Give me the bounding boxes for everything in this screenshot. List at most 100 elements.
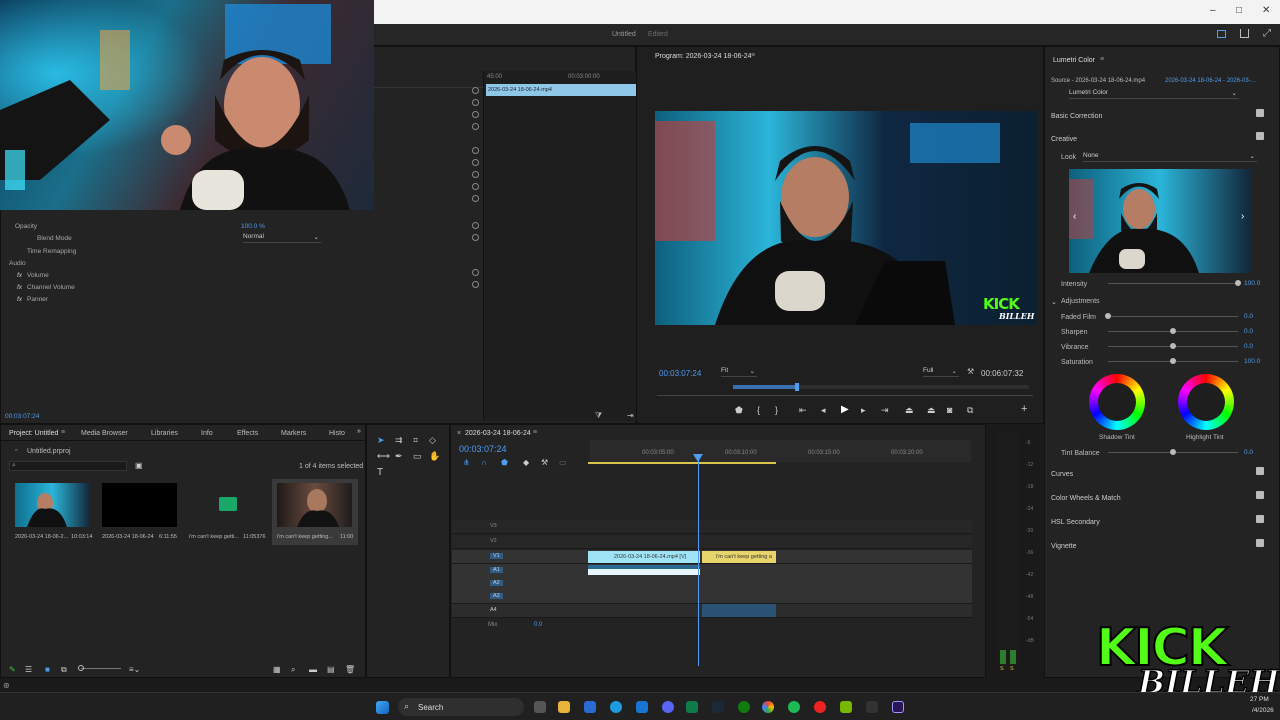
slider-knob[interactable] <box>1105 313 1111 319</box>
freeform-view-icon[interactable]: ⧉ <box>61 665 67 675</box>
solo-right[interactable]: S <box>1010 666 1014 672</box>
lumetri-source-link[interactable]: 2026-03-24 18-06-24 - 2026-03-... <box>1165 78 1256 84</box>
opacity-value[interactable]: 100.0 % <box>241 223 265 230</box>
chevron-right-icon[interactable]: » <box>357 428 361 435</box>
edge-icon[interactable] <box>610 701 622 713</box>
step-back-icon[interactable]: ◂ <box>821 405 826 416</box>
nvidia-icon[interactable] <box>840 701 852 713</box>
vibrance-value[interactable]: 0.0 <box>1244 343 1253 350</box>
chevron-right-icon[interactable]: › <box>1241 211 1244 222</box>
faded-film-value[interactable]: 0.0 <box>1244 313 1253 320</box>
discord-icon[interactable] <box>662 701 674 713</box>
timeline-clip-a4[interactable] <box>702 604 776 617</box>
reset-icon[interactable] <box>472 123 479 130</box>
share-icon[interactable] <box>1217 30 1226 38</box>
fit-select[interactable]: Fit ⌄ <box>721 367 757 377</box>
intensity-value[interactable]: 100.0 <box>1244 280 1260 287</box>
reset-icon[interactable] <box>472 281 479 288</box>
reset-icon[interactable] <box>472 87 479 94</box>
menu-icon[interactable]: ≡ <box>1100 56 1104 63</box>
close-icon[interactable]: ✕ <box>1262 5 1270 16</box>
solo-left[interactable]: S <box>1000 666 1004 672</box>
list-view-icon[interactable]: ☰ <box>25 665 32 674</box>
track-select-icon[interactable]: ⇉ <box>395 435 403 446</box>
reset-icon[interactable] <box>472 183 479 190</box>
new-item-icon[interactable]: ▤ <box>327 665 335 674</box>
menu-icon[interactable]: ≡ <box>751 52 755 59</box>
slip-tool-icon[interactable]: ⟷ <box>377 451 390 462</box>
close-icon[interactable]: × <box>457 430 461 437</box>
marker-icon[interactable]: ◆ <box>523 458 529 467</box>
sharpen-value[interactable]: 0.0 <box>1244 328 1253 335</box>
reset-icon[interactable] <box>472 147 479 154</box>
shadow-tint-wheel[interactable] <box>1089 374 1145 430</box>
sort-icon[interactable]: ≡⌄ <box>129 665 140 674</box>
hand-tool-icon[interactable]: ✋ <box>429 451 440 462</box>
project-item-thumb[interactable] <box>189 483 264 527</box>
reset-icon[interactable] <box>472 159 479 166</box>
mail-icon[interactable] <box>636 701 648 713</box>
color-wheels-checkbox[interactable] <box>1256 491 1264 499</box>
obs-icon[interactable] <box>814 701 826 713</box>
steam-icon[interactable] <box>712 701 724 713</box>
project-item-thumb[interactable] <box>102 483 177 527</box>
new-bin-icon[interactable]: ▣ <box>135 461 143 470</box>
reset-icon[interactable] <box>472 111 479 118</box>
timeline-clip-a1[interactable] <box>588 565 700 575</box>
pencil-icon[interactable]: ✎ <box>9 665 16 674</box>
export-icon[interactable] <box>1240 29 1249 38</box>
playhead[interactable] <box>698 456 699 666</box>
timeline-clip-v1b[interactable]: i'm can't keep getting a <box>702 551 776 563</box>
track-a3[interactable]: A3 <box>452 590 972 604</box>
timeline-timecode[interactable]: 00:03:07:24 <box>459 444 507 454</box>
icon-view-icon[interactable]: ■ <box>45 665 50 674</box>
sharpen-slider[interactable] <box>1108 328 1238 334</box>
vignette-label[interactable]: Vignette <box>1051 543 1077 550</box>
camera-icon[interactable]: ◙ <box>947 405 952 415</box>
creative-label[interactable]: Creative <box>1051 136 1077 143</box>
program-video-frame[interactable]: KICK BILLEH <box>655 111 1037 325</box>
color-wheels-label[interactable]: Color Wheels & Match <box>1051 495 1121 502</box>
chevron-down-icon[interactable]: ⌄ <box>1051 298 1057 306</box>
go-to-out-icon[interactable]: ⇥ <box>881 405 889 416</box>
saturation-slider[interactable] <box>1108 358 1238 364</box>
xbox-icon[interactable] <box>738 701 750 713</box>
type-tool-icon[interactable]: T <box>377 467 383 478</box>
filter-icon[interactable]: ⧩ <box>595 411 602 421</box>
mark-in-icon[interactable]: { <box>757 405 760 415</box>
premiere-icon[interactable] <box>892 701 904 713</box>
program-scrubber[interactable] <box>733 383 1029 391</box>
automate-icon[interactable]: ▦ <box>273 665 281 674</box>
mini-clip[interactable]: 2026-03-24 18-06-24.mp4 <box>486 84 636 96</box>
file-explorer-icon[interactable] <box>558 701 570 713</box>
minimize-icon[interactable]: – <box>1210 5 1216 16</box>
go-to-in-icon[interactable]: ⇤ <box>799 405 807 416</box>
vignette-checkbox[interactable] <box>1256 539 1264 547</box>
intensity-slider[interactable] <box>1108 280 1241 286</box>
slider-knob[interactable] <box>1170 358 1176 364</box>
rectangle-tool-icon[interactable]: ▭ <box>413 451 422 462</box>
selection-tool-icon[interactable]: ➤ <box>377 435 385 446</box>
hsl-secondary-label[interactable]: HSL Secondary <box>1051 519 1100 526</box>
tab-libraries[interactable]: Libraries <box>151 430 178 437</box>
track-a1[interactable]: A1 <box>452 564 972 578</box>
store-icon[interactable] <box>584 701 596 713</box>
reset-icon[interactable] <box>472 171 479 178</box>
menu-icon[interactable]: ≡ <box>61 429 65 436</box>
look-preview[interactable]: ‹ › <box>1069 169 1251 273</box>
work-area-bar[interactable] <box>588 462 776 464</box>
captions-icon[interactable]: ▭ <box>559 458 567 467</box>
track-a2[interactable]: A2 <box>452 577 972 591</box>
tab-project[interactable]: Project: Untitled <box>9 430 58 437</box>
reset-icon[interactable] <box>472 269 479 276</box>
zoom-slider[interactable] <box>78 665 121 671</box>
mix-value[interactable]: 0.0 <box>534 622 542 628</box>
menu-icon[interactable]: ≡ <box>533 429 537 436</box>
reset-icon[interactable] <box>472 99 479 106</box>
task-view-icon[interactable] <box>534 701 546 713</box>
razor-icon[interactable]: ◇ <box>429 435 436 446</box>
add-marker-icon[interactable]: ⬟ <box>501 458 508 467</box>
step-forward-icon[interactable]: ▸ <box>861 405 866 416</box>
export-frame-icon[interactable]: ⇥ <box>627 411 634 420</box>
timeline-clip-v1[interactable]: 2026-03-24 18-06-24.mp4 [V] <box>588 551 700 563</box>
